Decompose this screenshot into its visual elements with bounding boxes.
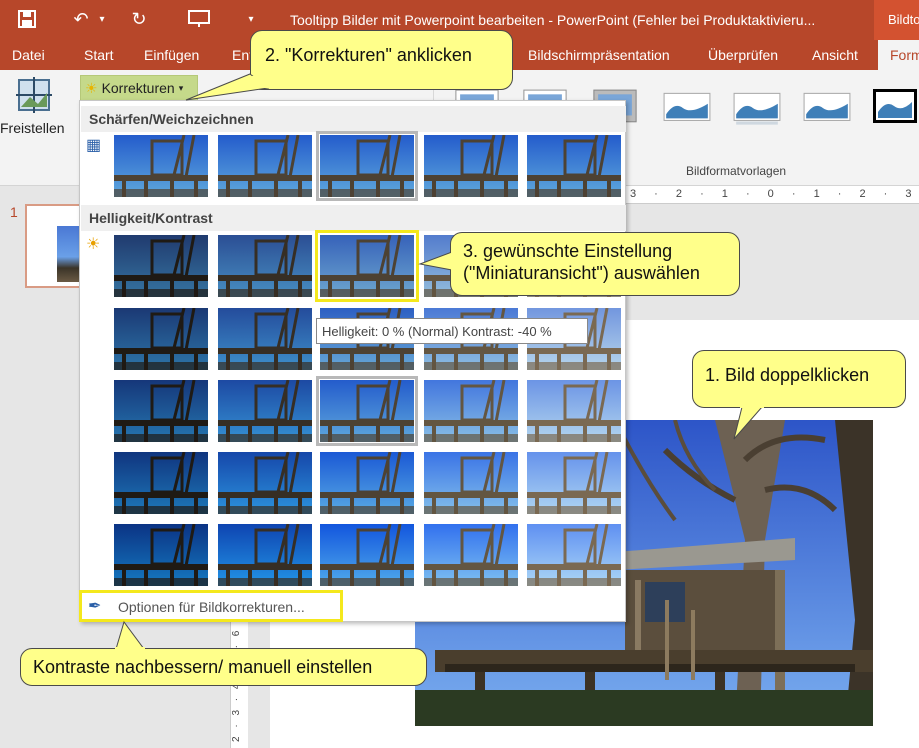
slide-number: 1 [10,204,18,220]
save-icon[interactable] [14,8,40,30]
gallery-group-label: Bildformatvorlagen [686,164,787,178]
tab-ueberpruefen[interactable]: Überprüfen [708,47,778,63]
correction-thumbnail[interactable] [114,135,208,197]
correction-thumbnail[interactable] [114,524,208,586]
window-title: Tooltipp Bilder mit Powerpoint bearbeite… [290,12,816,28]
picture-style-6[interactable] [802,90,852,128]
callout-step-3: 3. gewünschte Einstellung ("Miniaturansi… [450,232,740,296]
tab-einfuegen[interactable]: Einfügen [144,47,199,63]
undo-dropdown-icon[interactable]: ▾ [96,8,108,30]
callout-tail-step-3 [418,250,458,274]
options-bildkorrekturen-button[interactable]: ✒ Optionen für Bildkorrekturen... [79,590,343,622]
correction-thumbnail[interactable] [527,524,621,586]
undo-icon[interactable]: ↶ [68,8,94,30]
correction-thumbnail[interactable] [424,135,518,197]
correction-thumbnail[interactable] [527,452,621,514]
slide-thumbnail-picture [57,226,81,282]
crop-icon[interactable] [16,77,52,113]
sun-icon: ☀ [85,79,98,96]
options-bildkorrekturen-label: Optionen für Bildkorrekturen... [118,599,305,615]
callout-step-2: 2. "Korrekturen" anklicken [250,30,513,90]
correction-thumbnail[interactable] [114,380,208,442]
korrekturen-label: Korrekturen [101,80,175,96]
correction-thumbnail[interactable] [114,452,208,514]
redo-icon[interactable]: ↻ [126,8,152,30]
correction-thumbnail[interactable] [316,131,418,201]
correction-thumbnail[interactable] [218,135,312,197]
correction-thumbnail[interactable] [218,308,312,370]
correction-thumbnail[interactable] [527,380,621,442]
correction-thumbnail[interactable] [218,452,312,514]
horizontal-ruler: 3 · 2 · 1 · 0 · 1 · 2 · 3 · 4 · 5 · 6 · … [626,186,919,204]
correction-thumbnail[interactable] [218,524,312,586]
correction-thumbnail[interactable] [424,380,518,442]
picture-style-7[interactable] [870,88,919,126]
section-header-helligkeit: Helligkeit/Kontrast [81,205,626,231]
callout-hint: Kontraste nachbessern/ manuell einstelle… [20,648,427,686]
callout-tail-step-2 [185,73,270,101]
correction-thumbnail[interactable] [320,452,414,514]
tab-start[interactable]: Start [84,47,114,63]
tab-ansicht[interactable]: Ansicht [812,47,858,63]
tooltip: Helligkeit: 0 % (Normal) Kontrast: -40 % [316,318,588,344]
picture-style-4[interactable] [662,90,712,128]
tab-format[interactable]: Form [878,40,919,70]
sun-icon: ☀ [86,236,101,253]
correction-thumbnail[interactable] [114,235,208,297]
correction-thumbnail[interactable] [315,230,419,302]
customize-qat-icon[interactable]: ▾ [244,8,258,30]
tab-datei[interactable]: Datei [12,47,45,63]
correction-thumbnail[interactable] [424,452,518,514]
correction-thumbnail[interactable] [218,380,312,442]
bildtools-context-label: Bildtools [874,0,919,40]
correction-thumbnail[interactable] [316,376,418,446]
presentation-start-icon[interactable] [184,8,214,30]
tab-bildschirmpraesentation[interactable]: Bildschirmpräsentation [528,47,670,63]
freistellen-label[interactable]: Freistellen [0,120,65,136]
picture-options-icon: ✒ [88,598,102,615]
callout-step-3-line-1: 3. gewünschte Einstellung [463,241,673,261]
correction-thumbnail[interactable] [527,135,621,197]
section-header-schaerfen: Schärfen/Weichzeichnen [81,106,626,132]
callout-step-1: 1. Bild doppelklicken [692,350,906,408]
correction-thumbnail[interactable] [320,524,414,586]
slide-thumbnail[interactable] [25,204,87,288]
callout-tail-step-1 [733,405,764,440]
callout-step-3-line-2: ("Miniaturansicht") auswählen [463,263,700,283]
correction-thumbnail[interactable] [114,308,208,370]
correction-thumbnail[interactable] [424,524,518,586]
sharpen-icon: ▦ [86,137,102,154]
correction-thumbnail[interactable] [218,235,312,297]
callout-tail-hint [115,620,145,650]
picture-style-5[interactable] [732,90,782,128]
